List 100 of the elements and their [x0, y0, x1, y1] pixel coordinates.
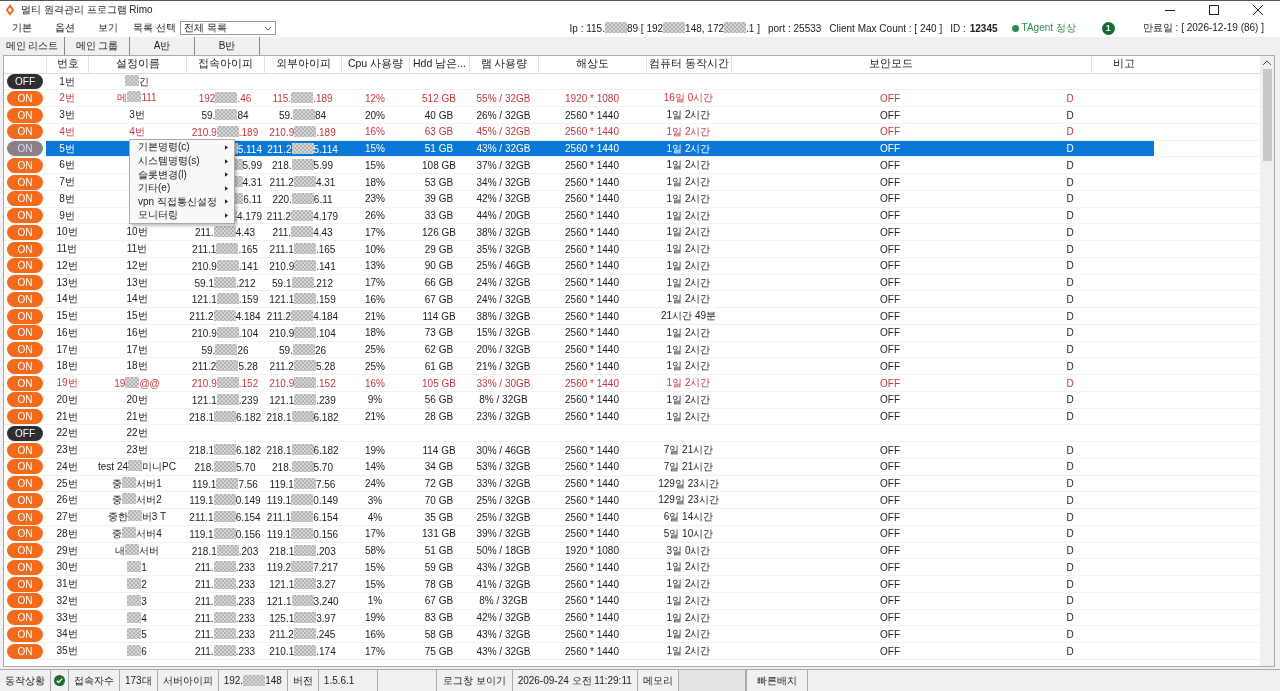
uptime: 1일 2시간: [666, 342, 711, 357]
column-header[interactable]: 번호: [46, 55, 88, 73]
ram-usage: 21% / 32GB: [476, 360, 531, 372]
status-toggle[interactable]: ON: [7, 509, 43, 525]
disk-free: 67 GB: [424, 595, 454, 607]
menu-item[interactable]: 보기: [90, 21, 126, 36]
status-toggle[interactable]: ON: [7, 392, 43, 408]
column-header[interactable]: 비고: [1091, 55, 1156, 73]
status-toggle[interactable]: ON: [7, 124, 43, 140]
status-toggle[interactable]: ON: [7, 291, 43, 307]
status-toggle[interactable]: ON: [7, 157, 43, 173]
column-header[interactable]: 컴퓨터 동작시간: [646, 55, 731, 73]
device-name: 6: [127, 645, 147, 658]
context-menu-item[interactable]: 슬롯변경(l): [130, 167, 234, 182]
device-name: 12번: [126, 258, 148, 273]
device-name: 긴: [125, 74, 149, 89]
menu-item[interactable]: 기본: [4, 21, 40, 36]
ip-address: 218.1 .203: [269, 544, 336, 557]
quick-deploy-button[interactable]: 빠른배치: [745, 670, 808, 691]
status-toggle[interactable]: ON: [7, 375, 43, 391]
status-toggle[interactable]: ON: [7, 342, 43, 358]
status-toggle[interactable]: ON: [7, 526, 43, 542]
status-toggle[interactable]: ON: [7, 593, 43, 609]
status-toggle[interactable]: ON: [7, 325, 43, 341]
ram-usage: 25% / 32GB: [476, 494, 531, 506]
status-toggle[interactable]: OFF: [7, 74, 43, 90]
status-toggle[interactable]: ON: [7, 459, 43, 475]
status-toggle[interactable]: ON: [7, 358, 43, 374]
tab[interactable]: B반: [195, 36, 260, 55]
status-toggle[interactable]: ON: [7, 275, 43, 291]
scrollbar-thumb[interactable]: [1262, 68, 1272, 161]
status-toggle[interactable]: ON: [7, 442, 43, 458]
submenu-arrow-icon: [225, 145, 228, 150]
ram-usage: 41% / 32GB: [476, 578, 531, 590]
column-header[interactable]: 해상도: [538, 55, 646, 73]
status-toggle[interactable]: ON: [7, 576, 43, 592]
resolution: 2560 * 1440: [565, 461, 619, 473]
device-name: test 24 미니PC: [98, 459, 176, 474]
resolution: 2560 * 1440: [565, 159, 619, 171]
status-toggle[interactable]: ON: [7, 258, 43, 274]
cpu-usage: 3%: [367, 494, 383, 506]
log-window-button[interactable]: 로그창 보이기: [435, 670, 513, 691]
ip-address: 125.1 3.97: [269, 611, 336, 624]
disk-free: 59 GB: [424, 561, 454, 573]
column-header[interactable]: 보안모드: [731, 55, 1049, 73]
column-header[interactable]: Cpu 사용량: [341, 55, 409, 73]
status-toggle[interactable]: ON: [7, 241, 43, 257]
status-toggle[interactable]: ON: [7, 476, 43, 492]
column-header[interactable]: 외부아이피: [264, 55, 341, 73]
status-toggle[interactable]: OFF: [7, 425, 43, 441]
tab[interactable]: A반: [130, 36, 195, 55]
status-toggle[interactable]: ON: [7, 409, 43, 425]
status-toggle[interactable]: ON: [7, 626, 43, 642]
row-number: 16번: [56, 325, 78, 340]
status-toggle[interactable]: ON: [7, 224, 43, 240]
status-toggle[interactable]: ON: [7, 610, 43, 626]
status-toggle[interactable]: ON: [7, 90, 43, 106]
disk-free: 73 GB: [424, 327, 454, 339]
tab[interactable]: 메인 리스트: [0, 36, 65, 55]
table-cell: D: [1066, 159, 1074, 171]
uptime: 1일 2시간: [666, 175, 711, 190]
security-mode: OFF: [880, 494, 900, 506]
resolution: 2560 * 1440: [565, 243, 619, 255]
menu-item[interactable]: 옵션: [47, 21, 83, 36]
column-header[interactable]: 접속아이피: [186, 55, 264, 73]
tab[interactable]: 메인 그룹: [65, 36, 130, 55]
security-mode: OFF: [880, 260, 900, 272]
status-toggle[interactable]: ON: [7, 208, 43, 224]
context-menu-item[interactable]: 모니터링: [130, 208, 234, 223]
column-header[interactable]: 설정이름: [88, 55, 186, 73]
ip-address: 211.2 5.28: [269, 360, 336, 373]
security-mode: OFF: [880, 461, 900, 473]
context-menu-item[interactable]: vpn 직접통신설정: [130, 195, 234, 209]
ram-usage: 26% / 32GB: [476, 109, 531, 121]
ip-address: 218. 5.70: [272, 460, 333, 473]
status-toggle[interactable]: ON: [7, 543, 43, 559]
status-toggle[interactable]: ON: [7, 191, 43, 207]
status-toggle[interactable]: ON: [7, 141, 43, 157]
server-ip-label: 서버아이피: [157, 670, 219, 691]
security-mode: OFF: [880, 478, 900, 490]
ip-address: 211. .233: [194, 561, 256, 574]
column-header[interactable]: 램 사용량: [469, 55, 538, 73]
ip-address: 115. .189: [272, 92, 333, 105]
uptime: 1일 2시간: [666, 577, 711, 592]
ram-usage: 38% / 32GB: [476, 310, 531, 322]
status-toggle[interactable]: ON: [7, 492, 43, 508]
status-toggle[interactable]: ON: [7, 107, 43, 123]
status-toggle[interactable]: ON: [7, 643, 43, 659]
status-toggle[interactable]: ON: [7, 308, 43, 324]
scrollbar[interactable]: [1260, 55, 1274, 667]
uptime: 1일 2시간: [666, 610, 711, 625]
uptime: 1일 2시간: [666, 208, 711, 223]
disk-free: 83 GB: [424, 612, 454, 624]
list-select-dropdown[interactable]: 전체 목록: [179, 21, 276, 36]
status-toggle[interactable]: ON: [7, 559, 43, 575]
context-menu-item[interactable]: 기타(e): [130, 181, 234, 196]
ram-usage: 53% / 32GB: [476, 461, 531, 473]
status-toggle[interactable]: ON: [7, 174, 43, 190]
column-header[interactable]: Hdd 남은...: [409, 55, 469, 73]
context-menu-item[interactable]: 기본명령(c): [130, 140, 234, 155]
